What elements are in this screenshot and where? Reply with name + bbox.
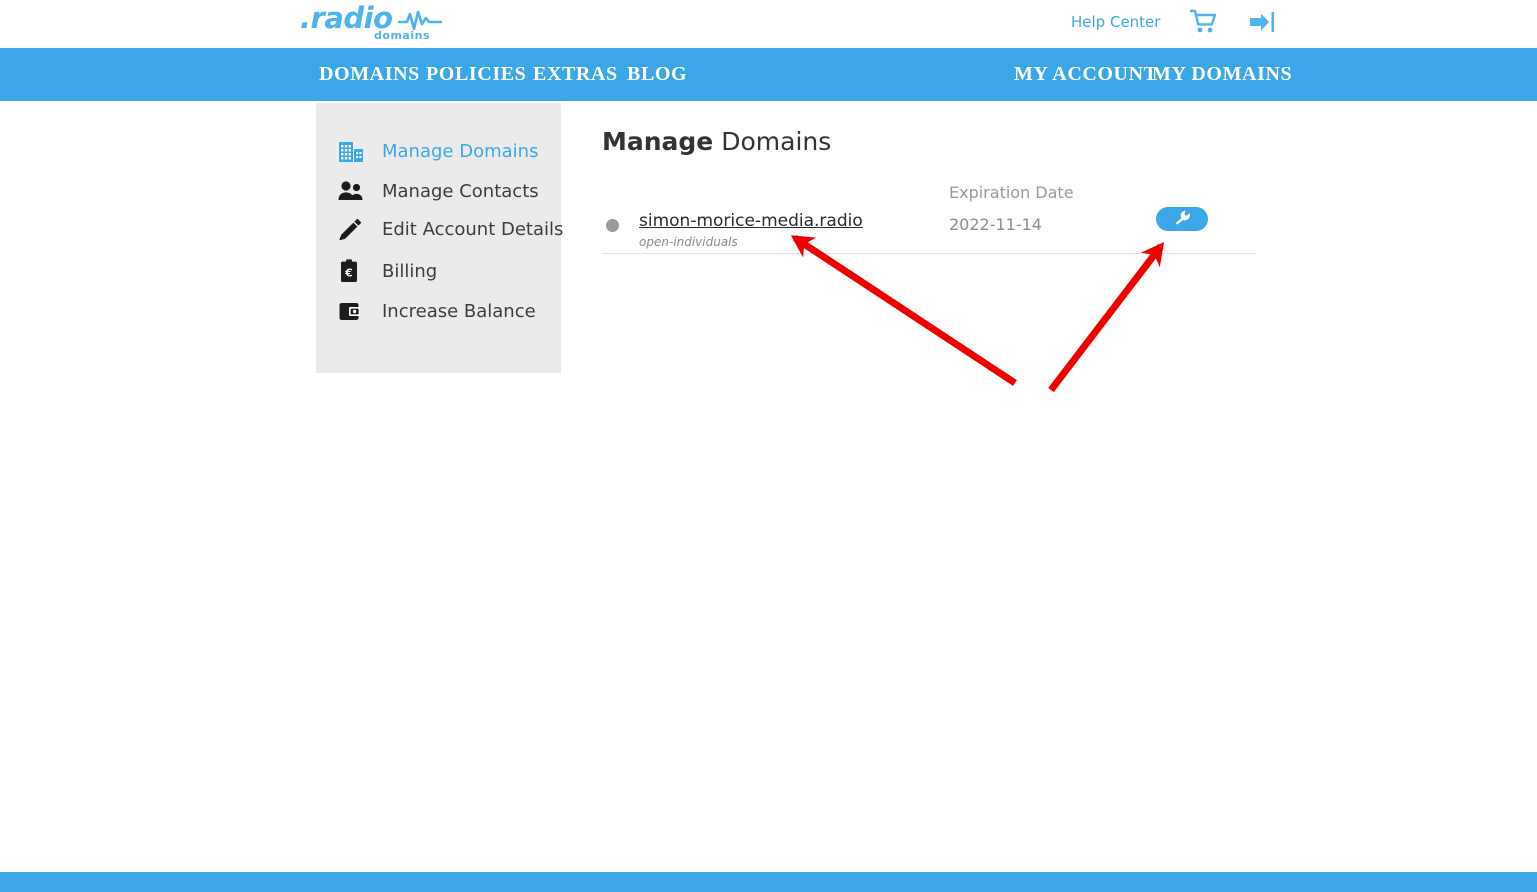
sidebar-item-manage-domains[interactable]: Manage Domains — [338, 131, 538, 171]
sidebar-item-billing[interactable]: € Billing — [338, 251, 437, 291]
help-center-link[interactable]: Help Center — [1071, 13, 1160, 31]
top-header: .radio domains Help Center — [0, 0, 1537, 48]
svg-text:€: € — [344, 266, 353, 279]
page-title: Manage Domains — [602, 125, 1262, 159]
domain-name-link[interactable]: simon-morice-media.radio — [639, 211, 863, 231]
main-navigation-bar: DOMAINS POLICIES EXTRAS BLOG MY ACCOUNT … — [0, 48, 1537, 101]
page-title-rest: Domains — [713, 127, 832, 156]
table-row: simon-morice-media.radio open-individual… — [602, 183, 1257, 254]
domains-table: Expiration Date simon-morice-media.radio… — [602, 183, 1257, 254]
pencil-icon — [338, 215, 368, 243]
sidebar-label-manage-contacts: Manage Contacts — [382, 180, 539, 202]
wallet-icon — [338, 297, 368, 325]
arrow-to-manage-button — [1048, 242, 1164, 393]
footer-bar — [0, 872, 1537, 892]
sidebar-label-manage-domains: Manage Domains — [382, 140, 539, 162]
nav-item-blog[interactable]: BLOG — [627, 63, 687, 86]
brand-logo-subtext: domains — [374, 29, 430, 42]
nav-item-policies[interactable]: POLICIES — [426, 63, 526, 86]
nav-item-domains[interactable]: DOMAINS — [319, 63, 420, 86]
nav-item-my-domains[interactable]: MY DOMAINS — [1152, 63, 1292, 86]
domain-subtype-label: open-individuals — [639, 235, 738, 249]
page-title-strong: Manage — [602, 127, 714, 156]
sidebar-label-increase-balance: Increase Balance — [382, 300, 536, 322]
arrow-to-domain-name — [790, 235, 1017, 386]
sidebar-item-increase-balance[interactable]: Increase Balance — [338, 291, 536, 331]
account-sidebar: Manage Domains Manage Contacts Edit Acco… — [316, 103, 563, 373]
clipboard-euro-icon: € — [338, 257, 368, 285]
domain-expiration-date: 2022-11-14 — [949, 215, 1042, 234]
status-badge — [606, 219, 619, 232]
sign-in-icon[interactable] — [1248, 9, 1276, 35]
sidebar-item-edit-account-details[interactable]: Edit Account Details — [338, 209, 563, 249]
manage-domain-button[interactable] — [1156, 207, 1208, 231]
building-icon — [338, 137, 368, 165]
nav-item-my-account[interactable]: MY ACCOUNT — [1014, 63, 1158, 86]
brand-logo[interactable]: .radio domains — [300, 2, 443, 46]
sidebar-label-edit-account-details: Edit Account Details — [382, 218, 564, 240]
sidebar-label-billing: Billing — [382, 260, 438, 282]
wrench-icon — [1175, 210, 1190, 228]
main-content: Manage Domains Expiration Date simon-mor… — [602, 125, 1262, 254]
people-icon — [338, 177, 368, 205]
shopping-cart-icon[interactable] — [1189, 9, 1218, 35]
nav-item-extras[interactable]: EXTRAS — [533, 63, 618, 86]
sidebar-item-manage-contacts[interactable]: Manage Contacts — [338, 171, 539, 211]
